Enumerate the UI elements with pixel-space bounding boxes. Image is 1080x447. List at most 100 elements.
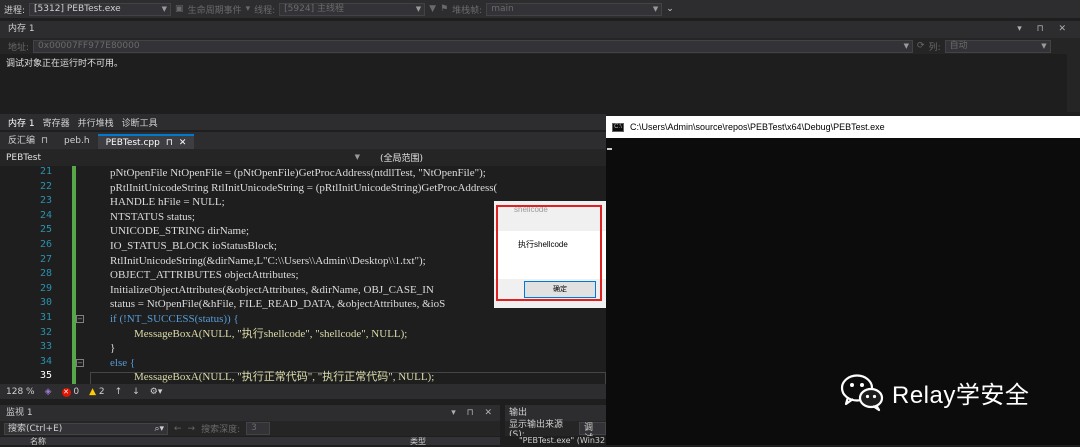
code-line: else { bbox=[110, 356, 136, 369]
console-title-bar[interactable]: C:\ C:\Users\Admin\source\repos\PEBTest\… bbox=[606, 116, 1080, 138]
tab-diagnostics[interactable]: 诊断工具 bbox=[122, 116, 158, 129]
line-number: 33 bbox=[39, 341, 52, 353]
line-number: 28 bbox=[39, 268, 52, 280]
tab-disassembly[interactable]: 反汇编 ⊓ bbox=[0, 134, 56, 149]
back-arrow-icon[interactable]: ← bbox=[174, 424, 182, 434]
depth-label: 搜索深度: bbox=[201, 425, 241, 435]
process-label: 进程: bbox=[4, 5, 26, 16]
lifecycle-icon[interactable]: ▣ bbox=[175, 4, 184, 14]
pane-controls[interactable]: ▾ ⊓ ✕ bbox=[451, 405, 496, 421]
stack-frame-value: main bbox=[491, 3, 514, 14]
fold-toggle-icon[interactable]: − bbox=[76, 315, 84, 323]
line-number: 22 bbox=[39, 180, 52, 192]
tab-pebtest-cpp[interactable]: PEBTest.cpp ⊓ ✕ bbox=[97, 134, 195, 149]
arrow-up-icon[interactable]: ↑ bbox=[115, 387, 123, 397]
code-line: IO_STATUS_BLOCK ioStatusBlock; bbox=[110, 240, 277, 252]
watch-search-input[interactable]: 搜索(Ctrl+E) ⌕▾ bbox=[4, 422, 168, 435]
thread-label: 线程: bbox=[254, 5, 276, 16]
error-count-value: 0 bbox=[73, 386, 80, 397]
tab-parallel-stacks[interactable]: 并行堆栈 bbox=[78, 116, 114, 129]
warning-count-value: 2 bbox=[98, 386, 105, 397]
watermark: Relay学安全 bbox=[840, 372, 1029, 412]
columns-label: 列: bbox=[928, 42, 941, 53]
line-number: 32 bbox=[39, 326, 52, 338]
chevron-down-icon: ▼ bbox=[903, 41, 910, 50]
output-line: "PEBTest.exe" (Win32 bbox=[519, 436, 606, 445]
zoom-level[interactable]: 128 % bbox=[6, 387, 35, 397]
columns-select[interactable]: 自动 ▼ bbox=[944, 39, 1051, 53]
chevron-down-icon: ▼ bbox=[1041, 41, 1047, 50]
flag-icon[interactable]: ⚑ bbox=[440, 4, 448, 14]
address-input[interactable]: 0x00007FF977E80000 ▼ bbox=[33, 39, 914, 53]
memory-address-row: 地址: 0x00007FF977E80000 ▼ ⟳ 列: 自动 ▼ bbox=[0, 38, 1080, 54]
scope-select[interactable]: (全局范围) bbox=[360, 151, 423, 164]
memory-message: 调试对象正在运行时不可用。 bbox=[6, 59, 124, 69]
code-line: RtlInitUnicodeString(&dirName,L"C:\\User… bbox=[110, 254, 426, 267]
thread-value: [5924] 主线程 bbox=[284, 3, 344, 14]
code-line: MessageBoxA(NULL, "执行shellcode", "shellc… bbox=[134, 327, 408, 340]
tab-registers[interactable]: 寄存器 bbox=[43, 116, 70, 129]
chevron-down-icon: ▼ bbox=[652, 4, 659, 13]
line-number: 24 bbox=[39, 209, 52, 221]
process-select[interactable]: [5312] PEBTest.exe ▼ bbox=[29, 2, 172, 16]
code-line: HANDLE hFile = NULL; bbox=[110, 196, 225, 209]
console-cursor bbox=[607, 148, 612, 150]
search-icon: ⌕▾ bbox=[154, 423, 164, 434]
depth-select[interactable]: 3 bbox=[246, 422, 271, 435]
fold-toggle-icon[interactable]: − bbox=[76, 359, 84, 367]
change-tracking-bar bbox=[72, 166, 76, 384]
highlight-annotation bbox=[496, 205, 602, 301]
warning-icon: ▲ bbox=[89, 386, 97, 397]
code-line: if (!NT_SUCCESS(status)) { bbox=[110, 313, 239, 325]
memory-scrollbar[interactable] bbox=[1067, 54, 1080, 112]
pane-controls[interactable]: ▾ ⊓ ✕ bbox=[1017, 21, 1072, 38]
lifecycle-label[interactable]: 生命周期事件 bbox=[188, 3, 242, 16]
pin-icon[interactable]: ⊓ bbox=[166, 136, 173, 149]
error-count[interactable]: ✕ 0 bbox=[61, 386, 80, 397]
filter-icon[interactable]: ▼ bbox=[429, 4, 436, 14]
memory-pane-title: 内存 1 ▾ ⊓ ✕ bbox=[0, 21, 1080, 38]
close-icon[interactable]: ✕ bbox=[179, 136, 187, 149]
code-line: UNICODE_STRING dirName; bbox=[110, 225, 250, 238]
warning-count[interactable]: ▲ 2 bbox=[89, 387, 105, 397]
watch-title: 监视 1 bbox=[6, 408, 33, 418]
forward-arrow-icon[interactable]: → bbox=[188, 424, 196, 434]
columns-value: 自动 bbox=[949, 40, 968, 51]
pin-icon[interactable]: ⊓ bbox=[41, 134, 48, 149]
overflow-icon[interactable]: ⌄ bbox=[666, 4, 674, 14]
code-health-icon[interactable]: ◈ bbox=[45, 387, 52, 397]
line-number: 25 bbox=[39, 224, 52, 236]
code-line: } bbox=[110, 342, 116, 355]
tab-label: PEBTest.cpp bbox=[105, 138, 160, 148]
editor-status-bar: 128 % ◈ ✕ 0 ▲ 2 ↑ ↓ ⚙▾ bbox=[0, 384, 606, 399]
line-number: 34 bbox=[39, 355, 52, 367]
column-name[interactable]: 名称 bbox=[30, 436, 46, 447]
memory-title: 内存 1 bbox=[8, 24, 35, 34]
arrow-down-icon[interactable]: ↓ bbox=[132, 387, 140, 397]
stack-frame-select[interactable]: main ▼ bbox=[486, 2, 663, 16]
source-select[interactable]: 调试 bbox=[578, 422, 606, 444]
project-select[interactable]: PEBTest ▼ bbox=[6, 153, 360, 163]
code-line: pRtlInitUnicodeString RtlInitUnicodeStri… bbox=[110, 181, 498, 194]
line-number-gutter: 21 22 23 24 25 26 27 28 29 30 31 32 33 3… bbox=[0, 166, 62, 384]
watch-column-header: 名称 类型 bbox=[0, 436, 500, 447]
line-number: 27 bbox=[39, 253, 52, 265]
watermark-text: Relay学安全 bbox=[892, 381, 1030, 409]
console-icon: C:\ bbox=[612, 122, 624, 132]
memory-content: 调试对象正在运行时不可用。 bbox=[0, 54, 1080, 112]
chevron-down-icon: ▼ bbox=[415, 4, 422, 13]
stack-label: 堆栈帧: bbox=[452, 5, 483, 16]
thread-select[interactable]: [5924] 主线程 ▼ bbox=[279, 2, 426, 16]
code-line: NTSTATUS status; bbox=[110, 210, 195, 223]
cleanup-icon[interactable]: ⚙▾ bbox=[150, 387, 163, 397]
line-number: 29 bbox=[39, 282, 52, 294]
code-line: pNtOpenFile NtOpenFile = (pNtOpenFile)Ge… bbox=[110, 167, 486, 179]
chevron-down-icon: ▼ bbox=[161, 4, 168, 13]
line-number: 23 bbox=[39, 195, 52, 207]
refresh-icon[interactable]: ⟳ bbox=[917, 41, 925, 51]
tab-memory[interactable]: 内存 1 bbox=[8, 116, 35, 129]
error-icon: ✕ bbox=[61, 387, 71, 397]
line-number: 26 bbox=[39, 239, 52, 250]
tab-peb-h[interactable]: peb.h bbox=[56, 134, 98, 149]
column-type[interactable]: 类型 bbox=[410, 436, 426, 447]
